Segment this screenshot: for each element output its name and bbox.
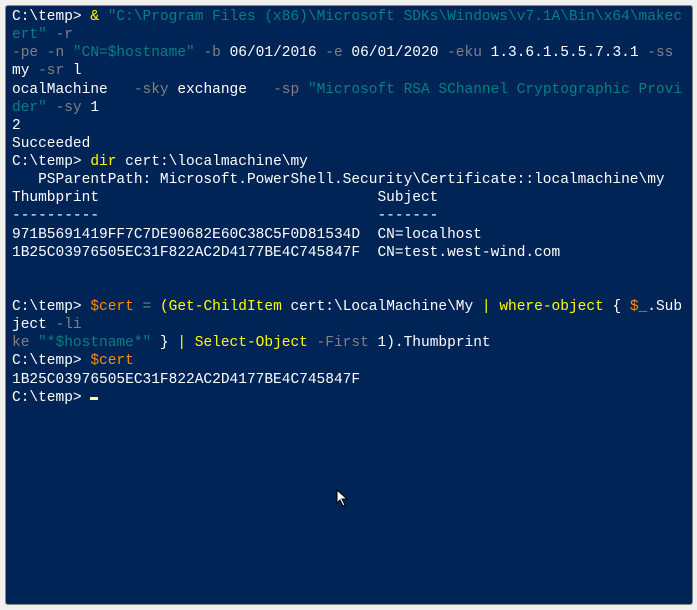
flag: -pe bbox=[12, 45, 38, 61]
prompt: C:\temp> bbox=[12, 154, 82, 170]
parent-path: PSParentPath: Microsoft.PowerShell.Secur… bbox=[12, 171, 686, 189]
flag: -n bbox=[38, 45, 73, 61]
flag: -First bbox=[308, 335, 369, 351]
operator: -li bbox=[56, 317, 82, 333]
flag: -e bbox=[317, 45, 352, 61]
cmdlet: where-object bbox=[499, 299, 603, 315]
arg: ocalMachine bbox=[12, 82, 108, 98]
terminal-line: C:\temp> bbox=[12, 389, 686, 407]
table-divider: ---------- ------- bbox=[12, 207, 686, 225]
flag: -sp bbox=[247, 82, 308, 98]
flag: -sy bbox=[47, 100, 91, 116]
brace: } bbox=[151, 335, 177, 351]
cursor-icon bbox=[90, 397, 98, 400]
command-path: "C:\Program Files (x86)\Microsoft SDKs\W… bbox=[12, 9, 682, 43]
table-row: 1B25C03976505EC31F822AC2D4177BE4C745847F… bbox=[12, 244, 686, 262]
terminal-line: 2 bbox=[12, 117, 686, 135]
subject-value: CN=test.west-wind.com bbox=[377, 245, 560, 261]
terminal-line: C:\temp> $cert = (Get-ChildItem cert:\Lo… bbox=[12, 298, 686, 334]
mouse-cursor-icon bbox=[336, 489, 350, 509]
col-thumbprint: Thumbprint bbox=[12, 190, 99, 206]
output-line: Succeeded bbox=[12, 135, 686, 153]
arg: "CN=$hostname" bbox=[73, 45, 195, 61]
flag: -eku bbox=[438, 45, 490, 61]
cmdlet: Get-ChildItem bbox=[169, 299, 282, 315]
subject-value: CN=localhost bbox=[377, 227, 481, 243]
flag: -ss bbox=[639, 45, 683, 61]
date: 06/01/2020 bbox=[351, 45, 438, 61]
arg: 2 bbox=[12, 118, 21, 134]
variable: $cert bbox=[90, 353, 134, 369]
pipe: | bbox=[482, 299, 491, 315]
flag: -sr bbox=[29, 63, 73, 79]
col-subject: Subject bbox=[377, 190, 438, 206]
arg: my bbox=[12, 63, 29, 79]
variable: $cert bbox=[90, 299, 134, 315]
paren: ( bbox=[160, 299, 169, 315]
operator: & bbox=[82, 9, 108, 25]
property: .Thumbprint bbox=[395, 335, 491, 351]
prompt: C:\temp> bbox=[12, 299, 82, 315]
terminal-line: C:\temp> dir cert:\localmachine\my bbox=[12, 153, 686, 171]
flag: -r bbox=[47, 27, 82, 43]
blank-line bbox=[12, 280, 686, 298]
arg: l bbox=[73, 63, 82, 79]
path: cert:\localmachine\my bbox=[125, 154, 308, 170]
arg: 1 bbox=[90, 100, 99, 116]
operator: = bbox=[134, 299, 160, 315]
date: 06/01/2016 bbox=[230, 45, 317, 61]
terminal-line: ke "*$hostname*" } | Select-Object -Firs… bbox=[12, 334, 686, 352]
string: "*$hostname*" bbox=[29, 335, 151, 351]
output-line: 1B25C03976505EC31F822AC2D4177BE4C745847F bbox=[12, 371, 686, 389]
thumbprint-value: 1B25C03976505EC31F822AC2D4177BE4C745847F bbox=[12, 245, 360, 261]
pipe: | bbox=[177, 335, 186, 351]
terminal-line: C:\temp> $cert bbox=[12, 352, 686, 370]
path: cert:\LocalMachine\My bbox=[282, 299, 482, 315]
variable: $_ bbox=[630, 299, 647, 315]
cmdlet: Select-Object bbox=[195, 335, 308, 351]
powershell-terminal[interactable]: C:\temp> & "C:\Program Files (x86)\Micro… bbox=[5, 5, 693, 605]
table-row: 971B5691419FF7C7DE90682E60C38C5F0D81534D… bbox=[12, 226, 686, 244]
prompt: C:\temp> bbox=[12, 390, 90, 406]
terminal-line: C:\temp> & "C:\Program Files (x86)\Micro… bbox=[12, 8, 686, 44]
terminal-line: ocalMachine -sky exchange -sp "Microsoft… bbox=[12, 81, 686, 117]
arg: exchange bbox=[177, 82, 247, 98]
operator: ke bbox=[12, 335, 29, 351]
command: dir bbox=[82, 154, 126, 170]
brace: { bbox=[604, 299, 630, 315]
prompt: C:\temp> bbox=[12, 9, 82, 25]
flag: -sky bbox=[108, 82, 178, 98]
flag: -b bbox=[195, 45, 230, 61]
paren: ) bbox=[386, 335, 395, 351]
table-header: Thumbprint Subject bbox=[12, 189, 686, 207]
thumbprint-value: 971B5691419FF7C7DE90682E60C38C5F0D81534D bbox=[12, 227, 360, 243]
number: 1 bbox=[369, 335, 386, 351]
oid: 1.3.6.1.5.5.7.3.1 bbox=[491, 45, 639, 61]
terminal-line: -pe -n "CN=$hostname" -b 06/01/2016 -e 0… bbox=[12, 44, 686, 80]
prompt: C:\temp> bbox=[12, 353, 82, 369]
blank-line bbox=[12, 262, 686, 280]
